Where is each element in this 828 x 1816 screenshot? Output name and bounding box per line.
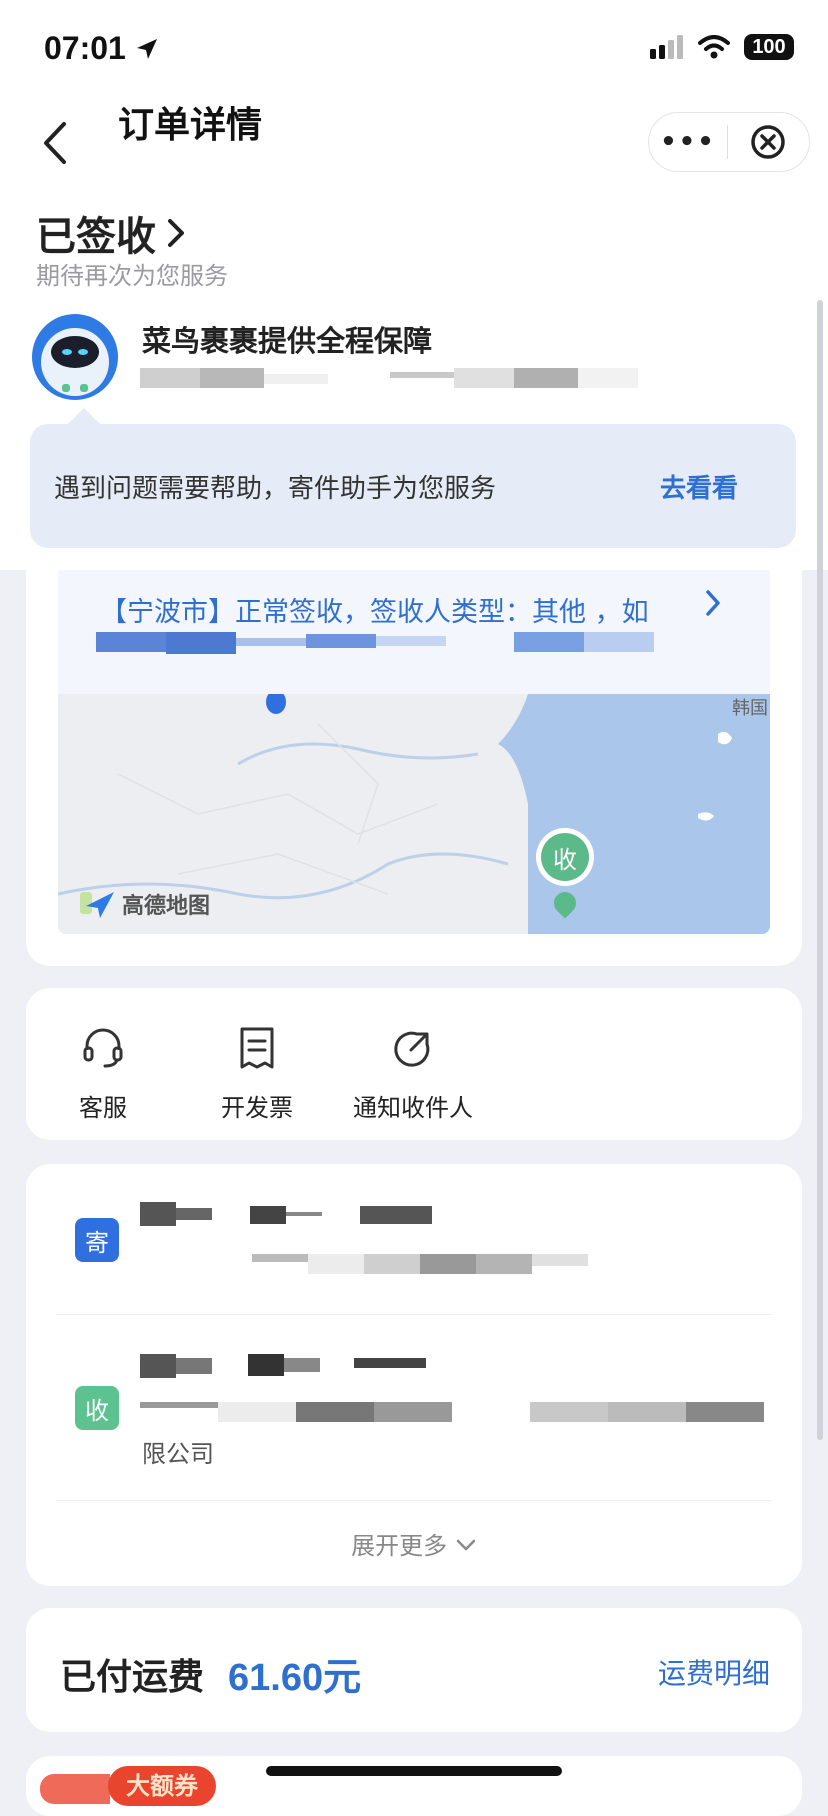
order-status-label: 已签收 — [36, 214, 156, 260]
coupon-badge: 大额券 — [108, 1766, 216, 1806]
fee-detail-link[interactable]: 运费明细 — [658, 1652, 770, 1692]
chevron-left-icon — [44, 122, 66, 164]
home-indicator[interactable] — [266, 1766, 562, 1776]
mini-program-capsule: ••• — [648, 112, 810, 172]
more-button[interactable]: ••• — [649, 127, 727, 157]
tracking-latest-text: 【宁波市】正常签收，签收人类型：其他 ，如 — [100, 597, 649, 628]
wifi-icon — [698, 35, 730, 59]
chevron-down-icon — [456, 1539, 476, 1551]
guarantee-title: 菜鸟裹裹提供全程保障 — [142, 324, 433, 358]
redacted-text — [140, 368, 640, 390]
notify-receiver-button[interactable]: 通知收件人 — [338, 1024, 488, 1123]
map-logo-text: 高德地图 — [122, 894, 211, 919]
amap-logo-icon — [80, 892, 114, 918]
fee-label: 已付运费 — [60, 1657, 205, 1698]
help-bubble: 遇到问题需要帮助，寄件助手为您服务 去看看 — [30, 408, 796, 548]
redacted-text — [96, 632, 666, 654]
notify-receiver-label: 通知收件人 — [353, 1094, 473, 1122]
assistant-avatar — [32, 314, 118, 404]
scrollbar[interactable] — [817, 300, 823, 1440]
expand-more-label: 展开更多 — [351, 1532, 448, 1560]
invoice-icon — [240, 1027, 274, 1069]
redacted-receiver-address — [140, 1402, 770, 1424]
sender-tag: 寄 — [75, 1218, 119, 1262]
receiver-address-tail: 限公司 — [142, 1440, 214, 1468]
signal-icon — [650, 35, 683, 59]
invoice-button[interactable]: 开发票 — [182, 1024, 332, 1123]
receiver-tag: 收 — [75, 1386, 119, 1430]
receive-marker[interactable]: 收 — [536, 828, 594, 919]
redacted-receiver-name — [140, 1354, 440, 1380]
back-button[interactable] — [38, 118, 72, 168]
chevron-right-icon — [704, 588, 722, 626]
order-status-title[interactable]: 已签收 — [36, 204, 186, 262]
redacted-sender-address — [140, 1254, 600, 1274]
close-circle-icon — [751, 125, 785, 159]
redacted-sender-name — [140, 1202, 440, 1228]
customer-service-label: 客服 — [79, 1094, 127, 1122]
close-button[interactable] — [728, 124, 808, 160]
address-divider — [56, 1500, 772, 1501]
help-action-link[interactable]: 去看看 — [660, 468, 738, 505]
map-provider-logo: 高德地图 — [80, 888, 210, 920]
map-place-label: 韩国 — [732, 698, 768, 719]
expand-more-button[interactable]: 展开更多 — [0, 1526, 828, 1561]
share-arrow-icon — [394, 1031, 430, 1067]
receive-marker-label: 收 — [541, 833, 589, 881]
status-time: 07:01 — [44, 30, 159, 67]
order-status-subtitle: 期待再次为您服务 — [36, 262, 228, 290]
status-icons: 100 — [650, 34, 794, 60]
coupon-graphic — [40, 1774, 110, 1804]
help-text: 遇到问题需要帮助，寄件助手为您服务 — [54, 474, 497, 504]
fee-amount: 61.60元 — [228, 1657, 362, 1699]
invoice-label: 开发票 — [221, 1094, 293, 1122]
battery-indicator: 100 — [744, 34, 794, 60]
location-arrow-icon — [136, 39, 157, 59]
address-divider — [56, 1314, 772, 1315]
chevron-right-icon — [168, 219, 184, 247]
customer-service-button[interactable]: 客服 — [28, 1024, 178, 1123]
page-title: 订单详情 — [118, 105, 263, 146]
headset-icon — [83, 1028, 123, 1068]
